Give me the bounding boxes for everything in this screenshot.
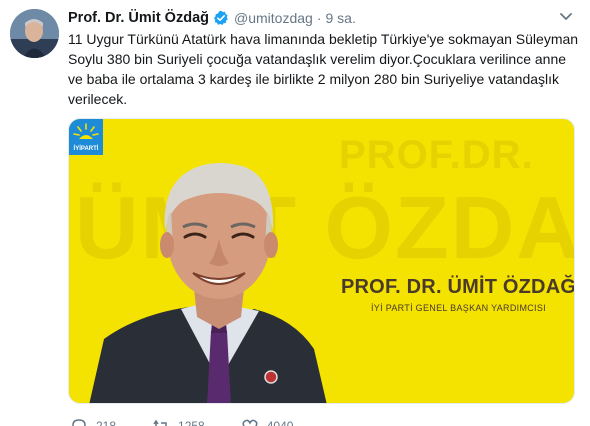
- tweet: Prof. Dr. Ümit Özdağ @umitozdag · 9 sa. …: [0, 0, 590, 426]
- separator-dot: ·: [316, 10, 322, 26]
- heart-icon: [242, 419, 258, 426]
- name-card-title: PROF. DR. ÜMİT ÖZDAĞ: [341, 276, 575, 298]
- chevron-down-icon[interactable]: [559, 12, 573, 22]
- name-card-subtitle: İYİ PARTİ GENEL BAŞKAN YARDIMCISI: [371, 303, 546, 313]
- reply-count: 218: [96, 419, 117, 426]
- tweet-timestamp[interactable]: 9 sa.: [325, 10, 355, 26]
- tweet-text: 11 Uygur Türkünü Atatürk hava limanında …: [68, 31, 579, 107]
- reply-icon: [72, 419, 86, 426]
- tweet-header: Prof. Dr. Ümit Özdağ @umitozdag · 9 sa.: [68, 8, 356, 28]
- like-count: 4040: [266, 419, 294, 426]
- tweet-actions: 218 1258 4040: [70, 417, 329, 426]
- name-card: PROF. DR. ÜMİT ÖZDAĞ İYİ PARTİ GENEL BAŞ…: [331, 262, 574, 323]
- verified-badge-icon: [214, 10, 228, 25]
- tweet-media-image[interactable]: PROF.DR. ÜMİT ÖZDAĞ: [68, 118, 575, 404]
- retweet-icon: [153, 419, 167, 426]
- author-name[interactable]: Prof. Dr. Ümit Özdağ: [68, 10, 209, 26]
- avatar-photo: [10, 9, 59, 58]
- like-button[interactable]: 4040: [241, 417, 294, 426]
- author-avatar[interactable]: [10, 9, 59, 58]
- party-logo-icon: İYİPARTİ: [69, 119, 103, 155]
- retweet-button[interactable]: 1258: [152, 417, 205, 426]
- retweet-count: 1258: [178, 419, 205, 426]
- reply-button[interactable]: 218: [70, 417, 116, 426]
- party-logo-text: İYİPARTİ: [74, 145, 99, 152]
- author-handle[interactable]: @umitozdag: [234, 10, 313, 26]
